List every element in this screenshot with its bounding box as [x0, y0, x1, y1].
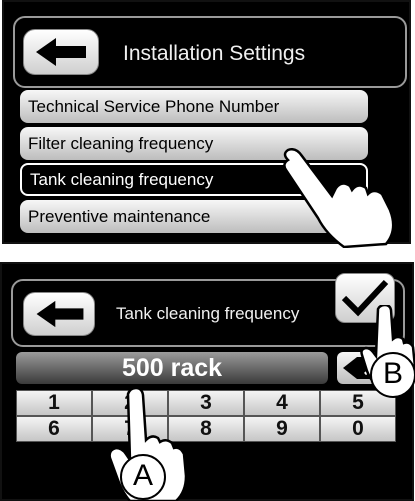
page-title: Tank cleaning frequency [116, 304, 300, 323]
arrow-left-icon [36, 38, 86, 66]
callout-label-b: B [370, 352, 415, 398]
menu-item-technical-service-phone[interactable]: Technical Service Phone Number [20, 90, 368, 123]
back-button[interactable] [23, 292, 95, 336]
tank-cleaning-frequency-screen: Tank cleaning frequency 500 rack 1 2 3 4… [0, 262, 414, 501]
callout-label-a: A [120, 454, 166, 500]
key-9[interactable]: 9 [244, 416, 320, 442]
header-bar: Installation Settings [13, 16, 407, 88]
back-button[interactable] [23, 29, 99, 75]
key-4[interactable]: 4 [244, 390, 320, 416]
value-display: 500 rack [16, 352, 328, 384]
key-6[interactable]: 6 [16, 416, 92, 442]
arrow-left-icon [36, 300, 84, 328]
page-title: Installation Settings [123, 42, 306, 65]
pointing-hand-icon [283, 148, 395, 248]
key-0[interactable]: 0 [320, 416, 396, 442]
key-1[interactable]: 1 [16, 390, 92, 416]
